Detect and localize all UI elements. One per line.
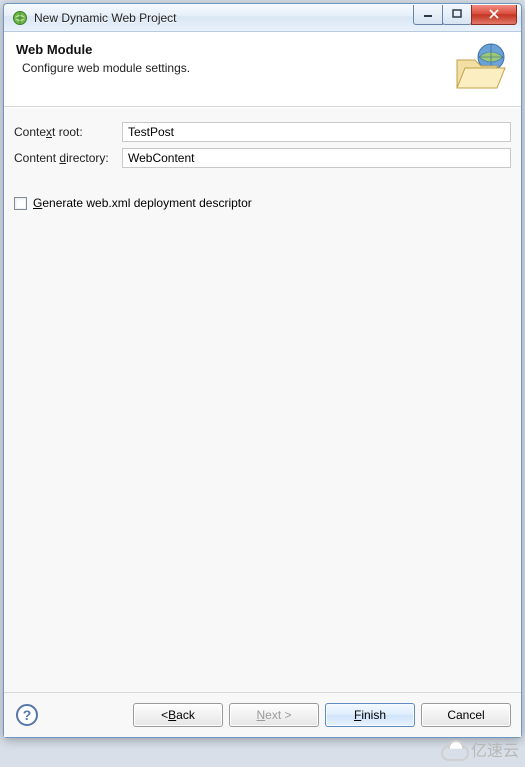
wizard-banner-icon bbox=[451, 42, 509, 92]
minimize-button[interactable] bbox=[413, 5, 443, 25]
next-button[interactable]: Next > bbox=[229, 703, 319, 727]
finish-button[interactable]: Finish bbox=[325, 703, 415, 727]
generate-webxml-label: Generate web.xml deployment descriptor bbox=[33, 196, 252, 210]
close-button[interactable] bbox=[471, 5, 517, 25]
window-title: New Dynamic Web Project bbox=[34, 11, 414, 25]
watermark: 亿速云 bbox=[439, 737, 519, 761]
context-root-input[interactable] bbox=[122, 122, 511, 142]
wizard-button-bar: ? < Back Next > Finish Cancel bbox=[4, 692, 521, 737]
help-button[interactable]: ? bbox=[16, 704, 38, 726]
maximize-button[interactable] bbox=[442, 5, 472, 25]
cancel-button[interactable]: Cancel bbox=[421, 703, 511, 727]
help-icon: ? bbox=[23, 707, 32, 723]
page-title: Web Module bbox=[16, 42, 445, 57]
window-buttons bbox=[414, 5, 517, 25]
wizard-content: Context root: Content directory: Generat… bbox=[4, 107, 521, 692]
generate-webxml-row[interactable]: Generate web.xml deployment descriptor bbox=[14, 196, 511, 210]
watermark-text: 亿速云 bbox=[471, 737, 519, 761]
cloud-icon bbox=[439, 739, 467, 759]
title-bar[interactable]: New Dynamic Web Project bbox=[4, 4, 521, 32]
content-directory-label: Content directory: bbox=[14, 151, 122, 165]
back-button[interactable]: < Back bbox=[133, 703, 223, 727]
generate-webxml-checkbox[interactable] bbox=[14, 197, 27, 210]
wizard-header: Web Module Configure web module settings… bbox=[4, 32, 521, 107]
context-root-row: Context root: bbox=[14, 122, 511, 142]
context-root-label: Context root: bbox=[14, 125, 122, 139]
page-subtitle: Configure web module settings. bbox=[22, 61, 445, 75]
content-directory-row: Content directory: bbox=[14, 148, 511, 168]
dialog-window: New Dynamic Web Project Web Module Confi… bbox=[3, 3, 522, 738]
content-directory-input[interactable] bbox=[122, 148, 511, 168]
app-icon bbox=[12, 10, 28, 26]
